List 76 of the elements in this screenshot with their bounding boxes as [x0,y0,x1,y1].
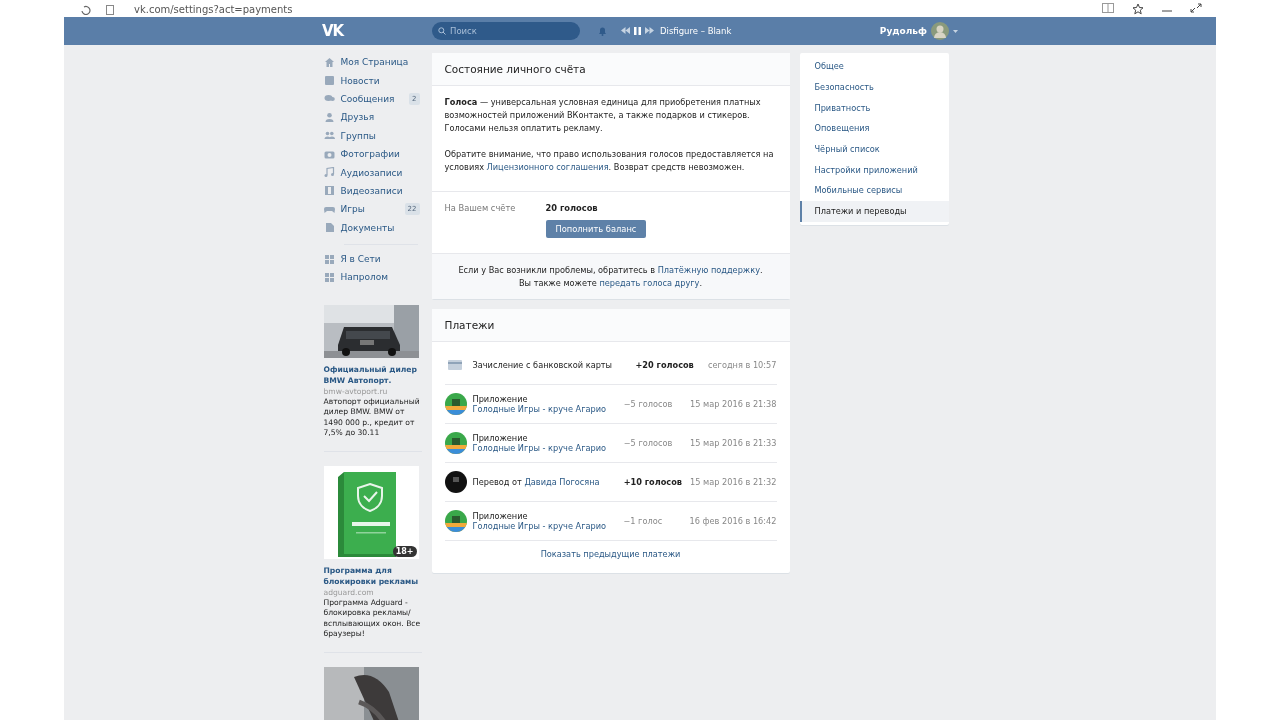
person-icon [323,111,335,123]
nav-item[interactable]: Документы [321,218,422,237]
home-icon [323,56,335,68]
link[interactable]: Лицензионного соглашения [486,162,609,172]
search-input[interactable]: Поиск [450,26,570,36]
next-icon[interactable] [645,27,654,34]
paragraph: Если у Вас возникли проблемы, обратитесь в Платёжную поддержку. [458,265,763,276]
search-icon [438,27,446,35]
link[interactable]: Платёжную поддержку [657,265,760,275]
amount: −5 голосов [623,399,674,409]
reload-icon[interactable] [80,5,92,15]
caret-icon[interactable] [953,29,958,33]
nav-item[interactable]: Моя Страница [321,53,422,72]
link[interactable]: Голодные Игры - круче Агарио [472,443,607,453]
track-title[interactable]: Disfigure – Blank [660,26,732,36]
date: 15 мар 2016 в 21:32 [690,477,777,487]
date: 15 мар 2016 в 21:38 [690,399,777,409]
balance-value: 20 голосов [545,203,598,213]
balance-label: На Вашем счёте [444,203,517,213]
age-badge: 18+ [392,545,417,557]
nav-item[interactable]: Новости [321,71,422,90]
document-icon [323,222,335,234]
link[interactable]: Голодные Игры - круче Агарио [472,521,607,531]
pause-icon[interactable] [634,27,641,35]
restore-icon[interactable] [1190,3,1202,13]
grid-icon [323,272,335,283]
star-icon[interactable] [1132,3,1144,15]
date: 16 фев 2016 в 16:42 [689,516,777,526]
paragraph: Вы также можете передать голоса другу. [518,278,703,289]
payment-description: Приложение Голодные Игры - круче Агарио [472,510,608,532]
nav-item[interactable]: Группы [321,126,422,145]
payment-description: Перевод от Давида Погосяна [472,476,601,488]
grid-icon [323,253,335,265]
nav-item[interactable]: Фотографии [321,144,422,164]
top-up-button[interactable]: Пополнить баланс [545,220,647,238]
link[interactable]: Голодные Игры - круче Агарио [472,404,607,414]
music-note-icon [323,167,335,179]
amount: +20 голосов [635,360,695,370]
page-icon [106,5,114,15]
payment-description: Приложение Голодные Игры - круче Агарио [472,393,608,415]
menu-item[interactable]: Оповещения [799,118,949,139]
menu-item[interactable]: Платежи и переводы [799,200,949,222]
avatar[interactable] [444,471,467,493]
card-title: Платежи [431,309,790,342]
reading-view-icon[interactable] [1102,3,1114,13]
film-icon [323,185,335,197]
card-title: Состояние личного счёта [431,53,790,86]
search-field[interactable]: Поиск [432,22,580,40]
nav-item[interactable]: Друзья [321,108,422,127]
show-more-link[interactable]: Показать предыдущие платежи [540,549,681,559]
nav-item[interactable]: Видеозаписи [321,181,422,201]
logo[interactable]: VK [322,22,432,40]
payment-description: Зачисление с банковской карты [472,359,614,371]
menu-item[interactable]: Чёрный список [799,138,949,160]
address-bar[interactable]: vk.com/settings?act=payments [134,4,293,15]
previous-icon[interactable] [621,27,630,34]
nav-item[interactable]: Напролом [321,268,422,287]
amount: +10 голосов [623,477,684,487]
menu-item[interactable]: Мобильные сервисы [799,180,949,201]
people-icon [323,130,335,142]
menu-item[interactable]: Безопасность [799,76,949,98]
menu-item[interactable]: Приватность [799,97,949,119]
nav-item[interactable]: Я в Сети [321,249,422,269]
paragraph: Голоса — универсальная условная единица для приобретения платных возможностей приложений ВКонтакте, а также подарков и стикеров. Голосами нельзя оплатить рекламу. [444,96,762,135]
paragraph: Обратите внимание, что право использования голосов предоставляется на условиях Лицензионного соглашения. Возврат средств невозможен. [444,148,775,174]
amount: −1 голос [623,516,664,526]
menu-item[interactable]: Настройки приложений [799,159,949,181]
user-name[interactable]: Рудольф [879,26,927,36]
menu-item[interactable]: Общее [799,56,949,77]
news-icon [323,75,335,87]
link[interactable]: Давида Погосяна [524,476,600,487]
nav-item[interactable]: Аудиозаписи [321,163,422,182]
payment-description: Приложение Голодные Игры - круче Агарио [472,432,608,454]
date: 15 мар 2016 в 21:33 [690,438,777,448]
amount: −5 голосов [623,438,674,448]
date: сегодня в 10:57 [708,360,777,370]
